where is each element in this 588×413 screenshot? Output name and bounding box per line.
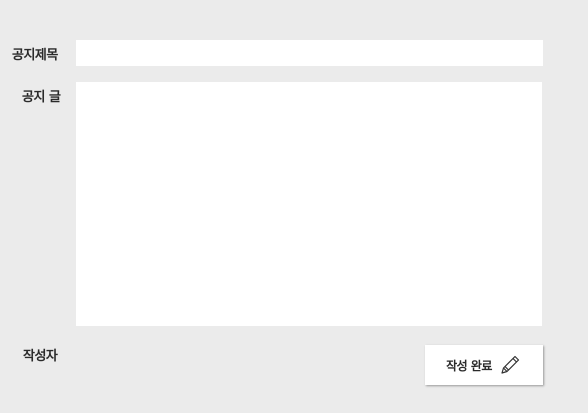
content-label: 공지 글 [22,90,61,105]
title-input[interactable] [76,40,543,66]
title-label: 공지제목 [12,48,58,63]
author-label: 작성자 [23,349,58,364]
content-textarea[interactable] [76,82,542,326]
submit-button[interactable]: 작성 완료 [425,345,543,385]
submit-button-label: 작성 완료 [446,358,492,373]
pencil-icon [498,353,522,377]
